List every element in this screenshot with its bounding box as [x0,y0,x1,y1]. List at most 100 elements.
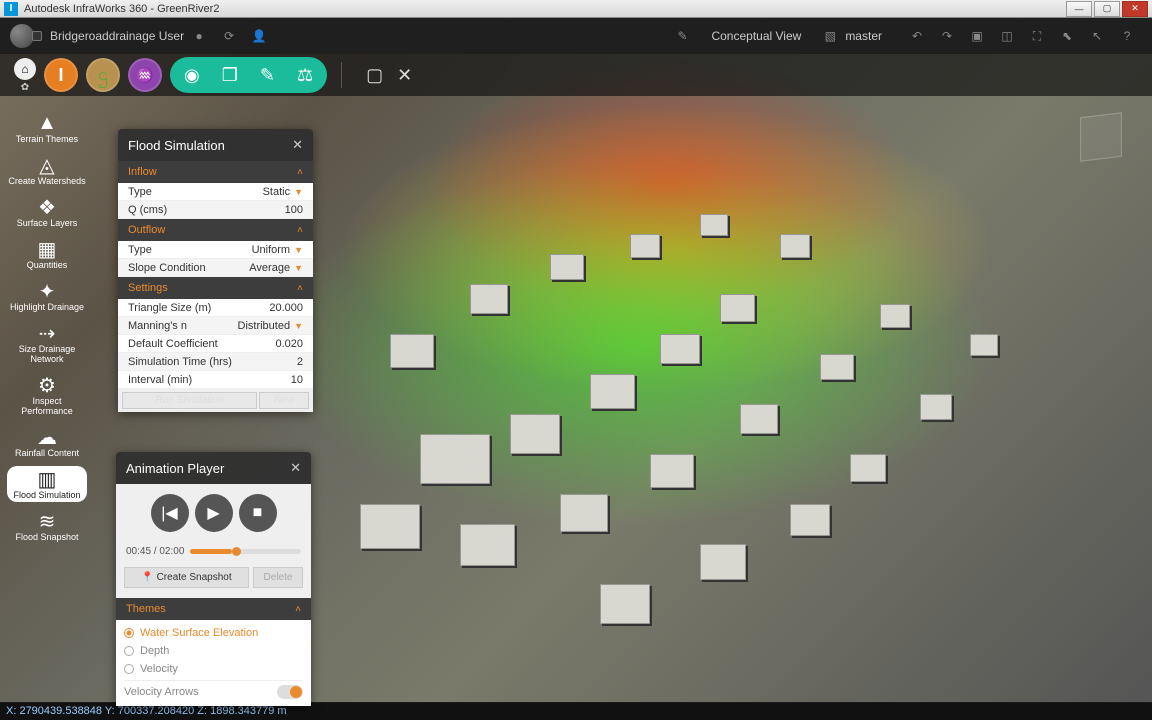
home-button[interactable]: ⌂ [14,58,36,80]
dropdown-icon: ▼ [294,187,303,197]
interval-row[interactable]: Interval (min)10 [118,371,313,389]
velocity-arrows-toggle[interactable]: Velocity Arrows [124,680,303,702]
run-simulation-button[interactable]: Run Simulation [122,392,257,409]
sync-icon[interactable]: ⟳ [216,23,242,49]
sidebar-flood-simulation[interactable]: ▥Flood Simulation [7,466,86,502]
chevron-up-icon: ˄ [297,167,303,178]
proposal-icon[interactable]: ▧ [817,23,843,49]
animation-player-panel: Animation Player ✕ |◀ ▶ ■ 00:45 / 02:00 … [116,452,311,706]
theme-water-surface[interactable]: Water Surface Elevation [124,624,303,642]
chevron-up-icon: ˄ [297,225,303,236]
mountain-icon: ▲ [37,112,57,134]
eye-tool-icon[interactable]: ◉ [184,65,200,86]
outflow-slope-row[interactable]: Slope ConditionAverage▼ [118,259,313,277]
balance-tool-icon[interactable]: ⚖ [297,65,313,86]
tools-icon[interactable]: ✕ [397,65,412,86]
analysis-toolbar: ◉ ❐ ✎ ⚖ [170,57,327,93]
user-name: Bridgeroaddrainage User [50,29,184,43]
select-icon[interactable]: ⬉ [1054,23,1080,49]
flood-simulation-panel: Flood Simulation ✕ Inflow˄ TypeStatic▼ Q… [118,129,313,412]
mode-road-button[interactable]: ဌ [86,58,120,92]
inflow-q-row[interactable]: Q (cms)100 [118,201,313,219]
record-icon[interactable]: ● [186,23,212,49]
mannings-n-row[interactable]: Manning's nDistributed▼ [118,317,313,335]
flood-icon: ▥ [38,468,57,490]
delete-button[interactable]: Delete [253,567,303,588]
time-display: 00:45 / 02:00 [126,546,184,557]
fullscreen-icon[interactable]: ⛶ [1024,23,1050,49]
triangle-size-row[interactable]: Triangle Size (m)20.000 [118,299,313,317]
play-button[interactable]: ▶ [195,494,233,532]
sidebar-highlight-drainage[interactable]: ✦Highlight Drainage [8,278,86,314]
inspect-icon: ⚙ [38,374,56,396]
default-coefficient-row[interactable]: Default Coefficient0.020 [118,335,313,353]
screenshot-icon[interactable]: ▣ [964,23,990,49]
user-menu-icon [32,31,42,41]
outflow-type-row[interactable]: TypeUniform▼ [118,241,313,259]
close-icon[interactable]: ✕ [290,460,301,476]
network-icon: ⇢ [39,322,56,344]
split-icon[interactable]: ◫ [994,23,1020,49]
share-icon[interactable]: 👤 [246,23,272,49]
close-icon[interactable]: ✕ [292,137,303,153]
chevron-up-icon: ˄ [297,283,303,294]
window-titlebar: I Autodesk InfraWorks 360 - GreenRiver2 … [0,0,1152,18]
settings-section-header[interactable]: Settings˄ [118,277,313,299]
progress-slider[interactable] [190,549,301,554]
coordinates-readout: X: 2790439.538848 Y: 700337.208420 Z: 18… [6,705,287,717]
view-mode-label[interactable]: Conceptual View [711,29,801,43]
left-tool-palette: ▲Terrain Themes ◬Create Watersheds ❖Surf… [4,110,90,544]
branch-label[interactable]: master [845,29,882,43]
brush-icon[interactable]: ✎ [669,23,695,49]
sidebar-flood-snapshot[interactable]: ≋Flood Snapshot [13,508,80,544]
layers-icon: ❖ [38,196,56,218]
outflow-section-header[interactable]: Outflow˄ [118,219,313,241]
dropdown-icon: ▼ [294,263,303,273]
redo-icon[interactable]: ↷ [934,23,960,49]
inflow-type-row[interactable]: TypeStatic▼ [118,183,313,201]
settings-dot-icon[interactable]: ✿ [21,82,29,93]
panel-title: Flood Simulation [128,138,225,153]
cloud-icon: ☁ [37,426,57,448]
tool-ribbon: ⌂ ✿ I ဌ ♒ ◉ ❐ ✎ ⚖ ▢ ✕ [0,54,1152,96]
avatar [10,24,34,48]
create-snapshot-button[interactable]: 📍 Create Snapshot [124,567,249,588]
app-icon: I [4,2,18,16]
new-button[interactable]: New [259,392,309,409]
maximize-button[interactable]: ▢ [1094,1,1120,17]
draw-tool-icon[interactable]: ✎ [260,65,275,86]
mode-bridge-button[interactable]: ♒ [128,58,162,92]
highlight-icon: ✦ [39,280,56,302]
sidebar-create-watersheds[interactable]: ◬Create Watersheds [6,152,87,188]
sidebar-size-drainage[interactable]: ⇢Size Drainage Network [4,320,90,366]
sidebar-inspect-performance[interactable]: ⚙Inspect Performance [4,372,90,418]
inflow-section-header[interactable]: Inflow˄ [118,161,313,183]
stop-button[interactable]: ■ [239,494,277,532]
theme-velocity[interactable]: Velocity [124,660,303,678]
sidebar-quantities[interactable]: ▦Quantities [25,236,70,272]
theme-depth[interactable]: Depth [124,642,303,660]
dropdown-icon: ▼ [294,245,303,255]
chevron-up-icon: ˄ [295,604,301,615]
panel-title: Animation Player [126,461,224,476]
sidebar-terrain-themes[interactable]: ▲Terrain Themes [14,110,80,146]
themes-section-header[interactable]: Themes˄ [116,598,311,620]
sidebar-rainfall-content[interactable]: ☁Rainfall Content [13,424,81,460]
dropdown-icon: ▼ [294,321,303,331]
top-toolbar: Bridgeroaddrainage User ● ⟳ 👤 ✎ Conceptu… [0,18,1152,54]
sidebar-surface-layers[interactable]: ❖Surface Layers [15,194,80,230]
radio-icon [124,664,134,674]
close-button[interactable]: ✕ [1122,1,1148,17]
cursor-icon[interactable]: ↖ [1084,23,1110,49]
simulation-time-row[interactable]: Simulation Time (hrs)2 [118,353,313,371]
skip-back-button[interactable]: |◀ [151,494,189,532]
layers-tool-icon[interactable]: ❐ [222,65,238,86]
user-chip[interactable]: Bridgeroaddrainage User [10,24,184,48]
present-icon[interactable]: ▢ [366,65,383,86]
minimize-button[interactable]: — [1066,1,1092,17]
mode-terrain-button[interactable]: I [44,58,78,92]
radio-icon [124,628,134,638]
undo-icon[interactable]: ↶ [904,23,930,49]
wave-icon: ≋ [39,510,56,532]
help-icon[interactable]: ? [1114,23,1140,49]
